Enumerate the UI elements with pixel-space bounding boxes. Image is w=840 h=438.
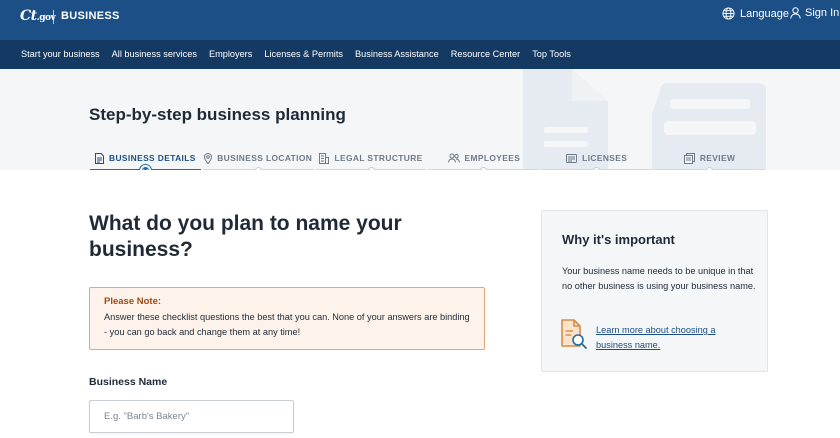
step-indicator-dot xyxy=(706,167,714,170)
language-label: Language xyxy=(740,7,789,20)
language-button[interactable]: Language xyxy=(722,7,789,20)
step-business-location[interactable]: BUSINESS LOCATION xyxy=(202,145,315,170)
step-label: BUSINESS DETAILS xyxy=(109,153,196,163)
user-icon xyxy=(790,7,801,19)
step-label: REVIEW xyxy=(699,153,736,163)
nav-item-start-your-business[interactable]: Start your business xyxy=(21,49,100,59)
step-licenses[interactable]: LICENSES xyxy=(540,145,653,170)
logo-divider xyxy=(53,10,54,24)
business-name-label: Business Name xyxy=(89,376,168,388)
note-text: Answer these checklist questions the bes… xyxy=(104,312,470,337)
question-heading: What do you plan to name your business? xyxy=(89,212,402,261)
ct-gov-logo[interactable]: Ct.gov xyxy=(20,8,56,24)
step-review[interactable]: REVIEW xyxy=(653,145,766,170)
note-title: Please Note: xyxy=(104,296,162,307)
sign-in-button[interactable]: Sign In xyxy=(790,7,839,19)
chevron-down-icon xyxy=(142,169,149,170)
card-text: Your business name needs to be unique in… xyxy=(562,266,756,291)
section-title[interactable]: BUSINESS xyxy=(61,10,120,22)
page-title: Step-by-step business planning xyxy=(89,105,346,124)
globe-icon xyxy=(722,7,735,20)
card-title: Why it's important xyxy=(562,232,675,247)
please-note-box: Please Note: Answer these checklist ques… xyxy=(89,287,485,350)
step-indicator-dot xyxy=(254,167,262,170)
main-nav: Start your business All business service… xyxy=(0,40,840,69)
learn-more-link[interactable]: Learn more about choosing a business nam… xyxy=(596,323,736,352)
step-label: BUSINESS LOCATION xyxy=(217,153,313,163)
learn-more-row: Learn more about choosing a business nam… xyxy=(560,318,736,352)
nav-item-business-assistance[interactable]: Business Assistance xyxy=(355,49,439,59)
sign-in-label: Sign In xyxy=(805,7,840,19)
why-important-card: Why it's important Your business name ne… xyxy=(541,210,768,372)
building-icon xyxy=(319,152,330,164)
step-label: EMPLOYEES xyxy=(464,153,521,163)
step-legal-structure[interactable]: LEGAL STRUCTURE xyxy=(315,145,428,170)
nav-item-all-business-services[interactable]: All business services xyxy=(112,49,197,59)
review-icon xyxy=(683,152,695,164)
step-indicator-dot xyxy=(367,167,375,170)
location-pin-icon xyxy=(204,152,213,164)
step-indicator-dot xyxy=(139,165,151,170)
step-employees[interactable]: EMPLOYEES xyxy=(427,145,540,170)
document-icon xyxy=(95,152,105,164)
document-search-icon xyxy=(561,319,587,349)
step-indicator-dot xyxy=(593,167,601,170)
logo-ct-text: Ct xyxy=(20,8,37,24)
license-card-icon xyxy=(566,153,578,163)
step-label: LICENSES xyxy=(582,153,628,163)
nav-item-employers[interactable]: Employers xyxy=(209,49,252,59)
top-header: Ct.gov BUSINESS Language Sign In xyxy=(0,0,840,40)
step-indicator-dot xyxy=(480,167,488,170)
people-icon xyxy=(447,153,460,163)
step-business-details[interactable]: BUSINESS DETAILS xyxy=(89,145,202,170)
nav-item-resource-center[interactable]: Resource Center xyxy=(451,49,520,59)
hero-section: Step-by-step business planning BUSINESS … xyxy=(0,69,840,170)
progress-stepper: BUSINESS DETAILS BUSINESS LOCATION LEGAL… xyxy=(89,145,766,170)
business-name-input[interactable] xyxy=(89,400,294,433)
step-label: LEGAL STRUCTURE xyxy=(334,153,423,163)
nav-item-top-tools[interactable]: Top Tools xyxy=(532,49,571,59)
nav-item-licenses-permits[interactable]: Licenses & Permits xyxy=(264,49,343,59)
